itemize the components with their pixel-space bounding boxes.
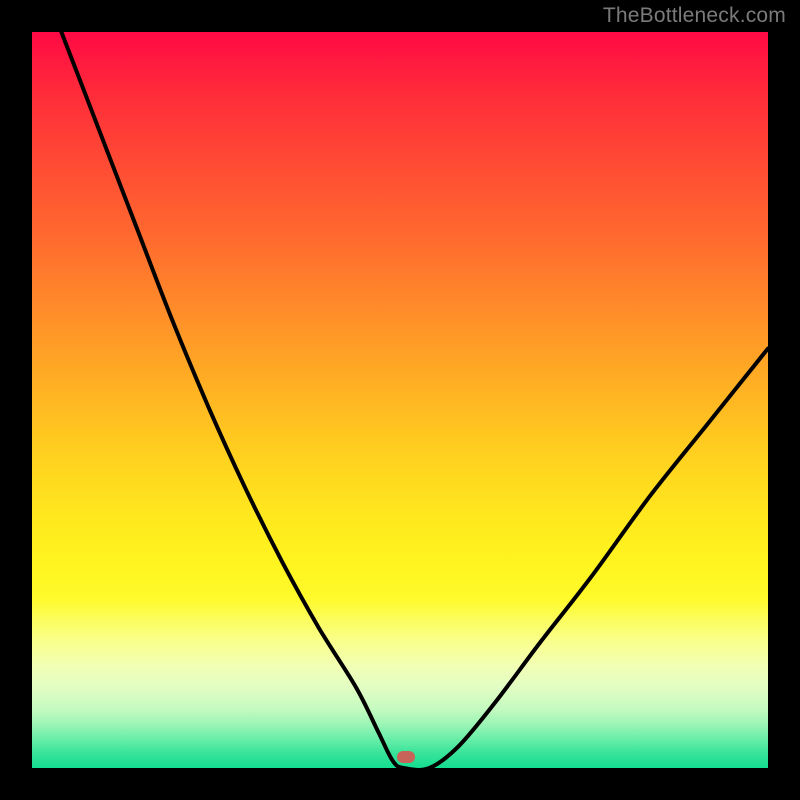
chart-frame: TheBottleneck.com <box>0 0 800 800</box>
optimal-point-marker <box>397 751 415 763</box>
curve-path <box>61 32 768 768</box>
watermark-text: TheBottleneck.com <box>603 4 786 28</box>
plot-area <box>32 32 768 768</box>
bottleneck-curve <box>32 32 768 768</box>
